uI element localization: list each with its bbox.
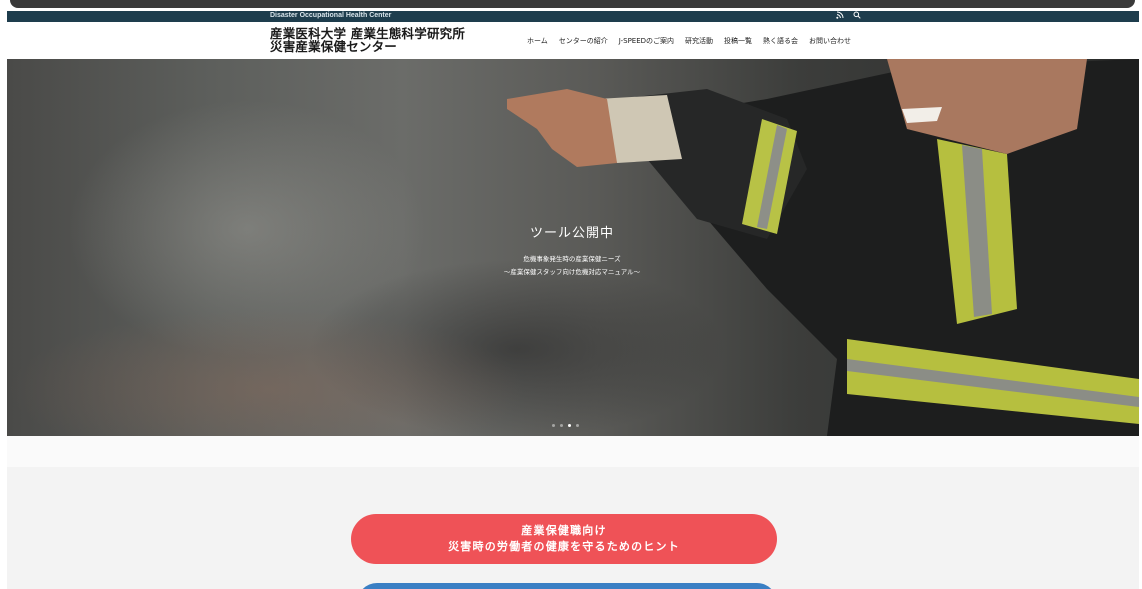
slider-dot-active[interactable] — [568, 424, 571, 427]
site-header: 産業医科大学 産業生態科学研究所 災害産業保健センター ホーム センターの紹介 … — [7, 22, 1139, 59]
nav-item-research[interactable]: 研究活動 — [685, 36, 713, 46]
nav-item-jspeed[interactable]: J-SPEEDのご案内 — [619, 36, 674, 46]
page-margin-left — [0, 0, 7, 589]
site-logo[interactable]: 産業医科大学 産業生態科学研究所 災害産業保健センター — [270, 27, 465, 53]
window-top-edge — [10, 0, 1135, 8]
slider-dot[interactable] — [576, 424, 579, 427]
nav-item-home[interactable]: ホーム — [527, 36, 548, 46]
cta-red-line-1: 産業保健職向け — [521, 524, 607, 537]
main-nav: ホーム センターの紹介 J-SPEEDのご案内 研究活動 投稿一覧 熱く語る会 … — [527, 36, 862, 46]
site-tagline: Disaster Occupational Health Center — [270, 12, 392, 19]
nav-item-posts[interactable]: 投稿一覧 — [724, 36, 752, 46]
rss-icon[interactable] — [836, 11, 844, 21]
nav-item-contact[interactable]: お問い合わせ — [809, 36, 851, 46]
hero-subtitle-2: 〜産業保健スタッフ向け危機対応マニュアル〜 — [503, 268, 641, 276]
hero-title: ツール公開中 — [529, 226, 614, 241]
blue-cta-button[interactable] — [357, 583, 777, 589]
slider-dot[interactable] — [560, 424, 563, 427]
hero-slider[interactable]: ツール公開中 危機事象発生時の産業保健ニーズ 〜産業保健スタッフ向け危機対応マニ… — [7, 59, 1139, 436]
occupational-health-hints-button[interactable]: 産業保健職向け 災害時の労働者の健康を守るためのヒント — [351, 514, 777, 564]
slider-dot[interactable] — [552, 424, 555, 427]
section-band — [7, 436, 1139, 467]
top-info-bar: Disaster Occupational Health Center — [7, 11, 1139, 22]
hero-caption: ツール公開中 危機事象発生時の産業保健ニーズ 〜産業保健スタッフ向け危機対応マニ… — [407, 222, 737, 276]
nav-item-talk[interactable]: 熱く語る会 — [763, 36, 798, 46]
search-icon[interactable] — [853, 11, 861, 21]
cta-red-line-2: 災害時の労働者の健康を守るためのヒント — [448, 540, 680, 553]
content-section: 産業保健職向け 災害時の労働者の健康を守るためのヒント — [7, 436, 1139, 589]
nav-item-about[interactable]: センターの紹介 — [559, 36, 608, 46]
hero-subtitle-1: 危機事象発生時の産業保健ニーズ — [523, 255, 621, 263]
slider-pagination — [552, 424, 579, 427]
logo-line-2: 災害産業保健センター — [270, 39, 398, 54]
